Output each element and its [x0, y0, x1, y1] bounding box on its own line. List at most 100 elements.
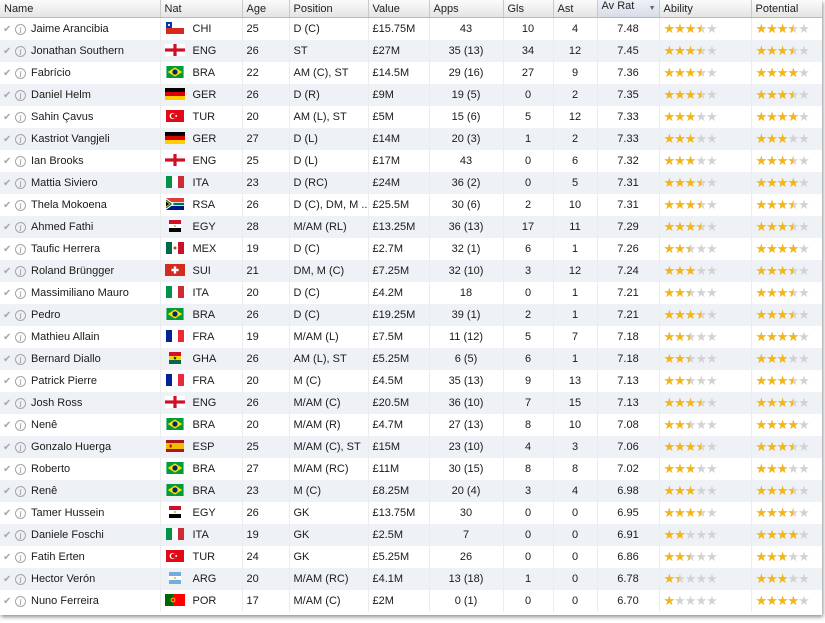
player-name-cell[interactable]: ✔ i Jaime Arancibia [0, 17, 161, 40]
player-name[interactable]: Patrick Pierre [31, 375, 97, 387]
player-name-cell[interactable]: ✔ i Massimiliano Mauro [0, 282, 161, 304]
player-name[interactable]: Hector Verón [31, 573, 95, 585]
player-name[interactable]: Pedro [31, 309, 60, 321]
info-icon[interactable]: i [15, 177, 26, 189]
player-name-cell[interactable]: ✔ i Ian Brooks [0, 150, 161, 172]
table-row[interactable]: ✔ i Gonzalo Huerga ESP 25 M/AM (C), ST £15M 23 … [0, 436, 822, 458]
player-name[interactable]: Nuno Ferreira [31, 595, 99, 607]
table-row[interactable]: ✔ i Josh Ross ENG 26 M/AM (C) £20.5M 36 (10) 7 15… [0, 392, 822, 414]
column-header-apps[interactable]: Apps [429, 0, 504, 18]
player-name[interactable]: Jaime Arancibia [31, 23, 109, 35]
info-icon[interactable]: i [15, 23, 26, 35]
player-name-cell[interactable]: ✔ i Pedro [0, 304, 161, 326]
table-row[interactable]: ✔ i Patrick Pierre FRA 20 M (C) £4.5M 35 (13) 9 1… [0, 370, 822, 392]
player-name[interactable]: Josh Ross [31, 397, 82, 409]
table-row[interactable]: ✔ i Thela Mokoena RSA 26 D (C), DM, M .. £25.5… [0, 194, 822, 216]
info-icon[interactable]: i [15, 485, 26, 497]
player-name-cell[interactable]: ✔ i Roland Brüngger [0, 260, 161, 282]
player-name[interactable]: Ahmed Fathi [31, 221, 93, 233]
player-name-cell[interactable]: ✔ i Mattia Siviero [0, 172, 161, 194]
table-row[interactable]: ✔ i Hector Verón ARG 20 M/AM (RC) £4.1M 13 (18)… [0, 568, 822, 590]
column-header-position[interactable]: Position [289, 0, 369, 18]
table-row[interactable]: ✔ i Mathieu Allain FRA 19 M/AM (L) £7.5M 11 (12… [0, 326, 822, 348]
info-icon[interactable]: i [15, 507, 26, 519]
player-name-cell[interactable]: ✔ i Kastriot Vangjeli [0, 128, 161, 150]
player-name-cell[interactable]: ✔ i Daniel Helm [0, 84, 161, 106]
player-name-cell[interactable]: ✔ i Mathieu Allain [0, 326, 161, 348]
table-row[interactable]: ✔ i Kastriot Vangjeli GER 27 D (L) £14M 20 (3) 1… [0, 128, 822, 150]
player-name-cell[interactable]: ✔ i Thela Mokoena [0, 194, 161, 216]
player-name-cell[interactable]: ✔ i Roberto [0, 458, 161, 480]
info-icon[interactable]: i [15, 89, 26, 101]
column-header-name[interactable]: Name [0, 0, 161, 18]
column-header-age[interactable]: Age [242, 0, 290, 18]
info-icon[interactable]: i [15, 573, 26, 585]
column-header-potential[interactable]: Potential [751, 0, 822, 18]
player-name[interactable]: Mathieu Allain [31, 331, 100, 343]
column-header-nat[interactable]: Nat [160, 0, 243, 18]
table-row[interactable]: ✔ i Mattia Siviero ITA 23 D (RC) £24M 36 (2) 0 5 7… [0, 172, 822, 194]
info-icon[interactable]: i [15, 221, 26, 233]
info-icon[interactable]: i [15, 595, 26, 607]
player-name[interactable]: Massimiliano Mauro [31, 287, 129, 299]
player-name-cell[interactable]: ✔ i Fabrício [0, 62, 161, 84]
player-name[interactable]: Renê [31, 485, 57, 497]
table-row[interactable]: ✔ i Ian Brooks ENG 25 D (L) £17M 43 0 6 7.32 ★★★★★ ★… [0, 150, 822, 172]
player-name-cell[interactable]: ✔ i Gonzalo Huerga [0, 436, 161, 458]
player-name[interactable]: Jonathan Southern [31, 45, 124, 57]
info-icon[interactable]: i [15, 441, 26, 453]
player-name-cell[interactable]: ✔ i Taufic Herrera [0, 238, 161, 260]
table-row[interactable]: ✔ i Daniel Helm GER 26 D (R) £9M 19 (5) 0 2 7.35 ★★… [0, 84, 822, 106]
table-row[interactable]: ✔ i Tamer Hussein EGY 26 GK £13.75M 30 0 0 6.95 ★★★… [0, 502, 822, 524]
table-row[interactable]: ✔ i Roland Brüngger SUI 21 DM, M (C) £7.25M 32 … [0, 260, 822, 282]
info-icon[interactable]: i [15, 375, 26, 387]
info-icon[interactable]: i [15, 309, 26, 321]
player-name-cell[interactable]: ✔ i Nenê [0, 414, 161, 436]
table-row[interactable]: ✔ i Jaime Arancibia CHI 25 D (C) £15.75M 43 10 4 7… [0, 17, 822, 40]
player-name-cell[interactable]: ✔ i Patrick Pierre [0, 370, 161, 392]
table-row[interactable]: ✔ i Bernard Diallo GHA 26 AM (L), ST £5.25M 6 (… [0, 348, 822, 370]
player-name-cell[interactable]: ✔ i Renê [0, 480, 161, 502]
info-icon[interactable]: i [15, 199, 26, 211]
player-name[interactable]: Ian Brooks [31, 155, 84, 167]
table-row[interactable]: ✔ i Pedro BRA 26 D (C) £19.25M 39 (1) 2 1 7.21 ★★★★… [0, 304, 822, 326]
column-header-ability[interactable]: Ability [659, 0, 752, 18]
player-name[interactable]: Kastriot Vangjeli [31, 133, 110, 145]
player-name[interactable]: Roberto [31, 463, 70, 475]
player-name[interactable]: Taufic Herrera [31, 243, 100, 255]
table-row[interactable]: ✔ i Sahin Çavus TUR 20 AM (L), ST £5M 15 (6) 5 12… [0, 106, 822, 128]
info-icon[interactable]: i [15, 397, 26, 409]
info-icon[interactable]: i [15, 551, 26, 563]
table-row[interactable]: ✔ i Daniele Foschi ITA 19 GK £2.5M 7 0 0 6.91 ★★★★★… [0, 524, 822, 546]
info-icon[interactable]: i [15, 463, 26, 475]
table-row[interactable]: ✔ i Nenê BRA 20 M/AM (R) £4.7M 27 (13) 8 10 7.08 ★★… [0, 414, 822, 436]
player-name-cell[interactable]: ✔ i Tamer Hussein [0, 502, 161, 524]
player-name[interactable]: Fabrício [31, 67, 71, 79]
table-row[interactable]: ✔ i Massimiliano Mauro ITA 20 D (C) £4.2M 18 0 1 7… [0, 282, 822, 304]
player-name-cell[interactable]: ✔ i Josh Ross [0, 392, 161, 414]
table-row[interactable]: ✔ i Nuno Ferreira POR 17 M/AM (C) £2M 0 (1) 0 0 6.… [0, 590, 822, 612]
player-name[interactable]: Mattia Siviero [31, 177, 98, 189]
column-header-value[interactable]: Value [368, 0, 430, 18]
info-icon[interactable]: i [15, 331, 26, 343]
player-name[interactable]: Bernard Diallo [31, 353, 101, 365]
table-row[interactable]: ✔ i Renê BRA 23 M (C) £8.25M 20 (4) 3 4 6.98 ★★★★★ ★… [0, 480, 822, 502]
player-name[interactable]: Gonzalo Huerga [31, 441, 111, 453]
column-header-avrat[interactable]: Av Rat ▼ [597, 0, 660, 18]
info-icon[interactable]: i [15, 265, 26, 277]
player-name[interactable]: Roland Brüngger [31, 265, 114, 277]
player-name-cell[interactable]: ✔ i Ahmed Fathi [0, 216, 161, 238]
player-name-cell[interactable]: ✔ i Jonathan Southern [0, 40, 161, 62]
info-icon[interactable]: i [15, 353, 26, 365]
player-name[interactable]: Thela Mokoena [31, 199, 107, 211]
player-name[interactable]: Daniele Foschi [31, 529, 104, 541]
player-name-cell[interactable]: ✔ i Nuno Ferreira [0, 590, 161, 612]
info-icon[interactable]: i [15, 243, 26, 255]
player-name-cell[interactable]: ✔ i Daniele Foschi [0, 524, 161, 546]
table-row[interactable]: ✔ i Taufic Herrera MEX 19 D (C) £2.7M 32 (1) 6 1 7… [0, 238, 822, 260]
column-header-gls[interactable]: Gls [503, 0, 554, 18]
info-icon[interactable]: i [15, 67, 26, 79]
table-row[interactable]: ✔ i Fatih Erten TUR 24 GK £5.25M 26 0 0 6.86 ★★★★★ ★… [0, 546, 822, 568]
player-name-cell[interactable]: ✔ i Sahin Çavus [0, 106, 161, 128]
info-icon[interactable]: i [15, 529, 26, 541]
